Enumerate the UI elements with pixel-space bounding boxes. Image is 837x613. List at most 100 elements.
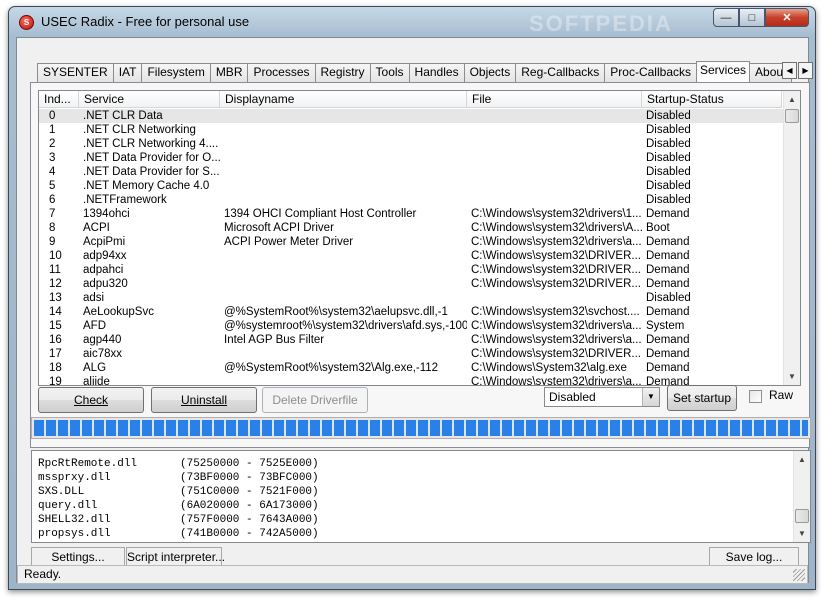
row-startup-status: Demand xyxy=(646,334,690,346)
table-row[interactable]: 16 agp440 Intel AGP Bus Filter C:\Windows\s… xyxy=(39,333,784,347)
column-header-service[interactable]: Service xyxy=(79,91,220,108)
log-line: mssprxy.dll (73BF0000 - 73BFC000) xyxy=(32,471,810,485)
row-index: 16 xyxy=(49,334,62,346)
check-button[interactable]: Check xyxy=(38,387,144,413)
table-row[interactable]: 6 .NETFramework Disabled xyxy=(39,193,784,207)
column-header-file[interactable]: File xyxy=(467,91,642,108)
tab-filesystem[interactable]: Filesystem xyxy=(141,63,211,82)
chevron-down-icon[interactable]: ▼ xyxy=(642,388,659,406)
settings-button[interactable]: Settings... xyxy=(31,547,125,567)
row-file: C:\Windows\system32\DRIVER... xyxy=(471,250,641,262)
table-row[interactable]: 0 .NET CLR Data Disabled xyxy=(39,109,784,123)
tab-registry[interactable]: Registry xyxy=(314,63,371,82)
row-displayname: @%SystemRoot%\system32\aelupsvc.dll,-1 xyxy=(224,306,448,318)
tab-iat[interactable]: IAT xyxy=(112,63,143,82)
row-displayname xyxy=(220,375,467,385)
row-startup-status: Demand xyxy=(646,362,690,374)
row-index: 1 xyxy=(49,124,56,136)
log-scroll-down-icon[interactable]: ▼ xyxy=(794,525,810,542)
log-panel[interactable]: RpcRtRemote.dll (75250000 - 7525E000) mssp… xyxy=(31,450,811,543)
log-scroll-up-icon[interactable]: ▲ xyxy=(794,451,810,468)
tab-reg-callbacks[interactable]: Reg-Callbacks xyxy=(515,63,606,82)
table-row[interactable]: 10 adp94xx C:\Windows\system32\DRIVER... De… xyxy=(39,249,784,263)
table-row[interactable]: 13 adsi Disabled xyxy=(39,291,784,305)
tab-scroll-right-button[interactable]: ▶ xyxy=(798,62,813,79)
set-startup-button[interactable]: Set startup xyxy=(667,385,737,411)
table-row[interactable]: 5 .NET Memory Cache 4.0 Disabled xyxy=(39,179,784,193)
table-row[interactable]: 2 .NET CLR Networking 4.... Disabled xyxy=(39,137,784,151)
column-header-index[interactable]: Ind... xyxy=(39,91,79,108)
log-line: RpcRtRemote.dll (75250000 - 7525E000) xyxy=(32,457,810,471)
check-button-label: Check xyxy=(73,393,108,407)
log-scroll-thumb[interactable] xyxy=(795,509,809,523)
table-row[interactable]: 11 adpahci C:\Windows\system32\DRIVER... De… xyxy=(39,263,784,277)
log-vertical-scrollbar[interactable]: ▲ ▼ xyxy=(793,451,810,542)
resize-grip-icon[interactable] xyxy=(793,569,805,581)
scroll-down-icon[interactable]: ▼ xyxy=(784,368,800,385)
delete-driverfile-button[interactable]: Delete Driverfile xyxy=(262,387,368,413)
column-header-startup-status[interactable]: Startup-Status xyxy=(642,91,782,108)
row-displayname: Intel AGP Bus Filter xyxy=(224,334,325,346)
row-index: 8 xyxy=(49,222,56,234)
scroll-thumb[interactable] xyxy=(785,109,799,123)
row-index: 13 xyxy=(49,292,62,304)
row-startup-status: Boot xyxy=(646,222,670,234)
table-row[interactable]: 17 aic78xx C:\Windows\system32\DRIVER... De… xyxy=(39,347,784,361)
tab-scroll-left-button[interactable]: ◀ xyxy=(782,62,797,79)
row-file xyxy=(467,137,642,151)
row-index: 9 xyxy=(49,236,56,248)
tab-objects[interactable]: Objects xyxy=(463,63,517,82)
save-log-button[interactable]: Save log... xyxy=(709,547,799,567)
maximize-button[interactable]: □ xyxy=(739,8,765,27)
scroll-up-icon[interactable]: ▲ xyxy=(784,91,800,108)
close-button[interactable]: ✕ xyxy=(765,8,809,27)
row-index: 14 xyxy=(49,306,62,318)
row-service: 1394ohci xyxy=(83,208,130,220)
table-row[interactable]: 8 ACPI Microsoft ACPI Driver C:\Windows\sys… xyxy=(39,221,784,235)
row-startup-status: Disabled xyxy=(646,152,691,164)
table-row[interactable]: 12 adpu320 C:\Windows\system32\DRIVER... De… xyxy=(39,277,784,291)
row-file: C:\Windows\system32\drivers\A... xyxy=(471,222,642,234)
row-service: .NET Data Provider for S... xyxy=(83,166,220,178)
row-index: 15 xyxy=(49,320,62,332)
tab-sysenter[interactable]: SYSENTER xyxy=(37,63,114,82)
status-text: Ready. xyxy=(24,567,62,581)
row-index: 10 xyxy=(49,250,62,262)
minimize-button[interactable]: — xyxy=(713,8,739,27)
table-row[interactable]: 1 .NET CLR Networking Disabled xyxy=(39,123,784,137)
row-file xyxy=(467,165,642,179)
tab-handles[interactable]: Handles xyxy=(408,63,465,82)
row-startup-status: Disabled xyxy=(646,110,691,122)
table-row[interactable]: 18 ALG @%SystemRoot%\system32\Alg.exe,-112… xyxy=(39,361,784,375)
startup-type-select[interactable]: Disabled ▼ xyxy=(544,387,660,407)
table-row[interactable]: 14 AeLookupSvc @%SystemRoot%\system32\aelu… xyxy=(39,305,784,319)
table-row[interactable]: 9 AcpiPmi ACPI Power Meter Driver C:\Window… xyxy=(39,235,784,249)
table-row[interactable]: 3 .NET Data Provider for O... Disabled xyxy=(39,151,784,165)
table-row[interactable]: 4 .NET Data Provider for S... Disabled xyxy=(39,165,784,179)
log-address-range: (751C0000 - 7521F000) xyxy=(180,486,319,498)
tab-tools[interactable]: Tools xyxy=(369,63,410,82)
table-row[interactable]: 7 1394ohci 1394 OHCI Compliant Host Contro… xyxy=(39,207,784,221)
raw-checkbox[interactable] xyxy=(749,390,762,403)
uninstall-button[interactable]: Uninstall xyxy=(151,387,257,413)
tab-processes[interactable]: Processes xyxy=(247,63,316,82)
row-displayname xyxy=(220,249,467,263)
row-displayname xyxy=(220,277,467,291)
row-displayname: 1394 OHCI Compliant Host Controller xyxy=(224,208,417,220)
title-bar[interactable]: S USEC Radix - Free for personal use SOF… xyxy=(9,7,815,37)
list-vertical-scrollbar[interactable]: ▲ ▼ xyxy=(783,91,800,385)
log-line: propsys.dll (741B0000 - 742A5000) xyxy=(32,527,810,541)
table-row[interactable]: 15 AFD @%systemroot%\system32\drivers\afd.… xyxy=(39,319,784,333)
status-bar: Ready. xyxy=(17,565,808,584)
tab-services[interactable]: Services xyxy=(696,61,751,82)
row-index: 11 xyxy=(49,264,61,276)
row-startup-status: Disabled xyxy=(646,292,691,304)
script-interpreter-button[interactable]: Script interpreter... xyxy=(126,547,225,567)
row-displayname xyxy=(220,263,467,277)
services-list[interactable]: Ind... Service Displayname File Startup-… xyxy=(38,90,801,386)
row-service: .NET Data Provider for O... xyxy=(83,152,220,164)
tab-proc-callbacks[interactable]: Proc-Callbacks xyxy=(604,63,697,82)
column-header-displayname[interactable]: Displayname xyxy=(220,91,467,108)
log-module-name: SXS.DLL xyxy=(38,486,85,498)
tab-mbr[interactable]: MBR xyxy=(209,63,249,82)
